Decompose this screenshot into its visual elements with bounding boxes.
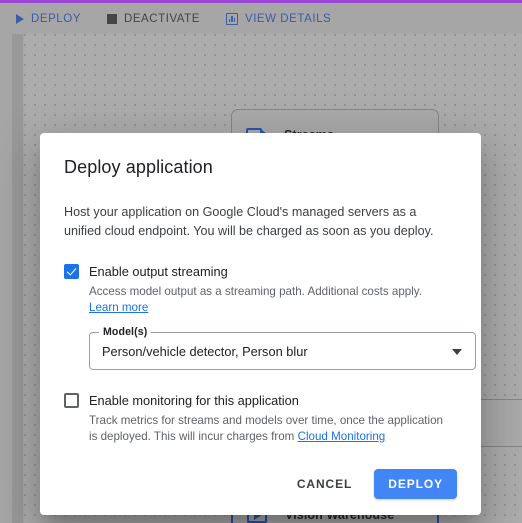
models-select-label: Model(s) <box>99 326 152 338</box>
app-root: DEPLOY DEACTIVATE VIEW DETAILS Vision Wa… <box>0 0 522 523</box>
cloud-monitoring-link[interactable]: Cloud Monitoring <box>298 430 386 443</box>
deploy-button[interactable]: DEPLOY <box>374 469 457 499</box>
deploy-application-dialog: Deploy application Host your application… <box>40 133 481 515</box>
dialog-description: Host your application on Google Cloud's … <box>64 205 434 238</box>
enable-monitoring-text: Enable monitoring for this application T… <box>89 392 457 445</box>
dialog-title: Deploy application <box>64 157 213 177</box>
models-select[interactable]: Model(s) Person/vehicle detector, Person… <box>89 326 476 370</box>
learn-more-link[interactable]: Learn more <box>89 301 148 314</box>
dialog-actions: CANCEL DEPLOY <box>64 445 457 515</box>
models-select-value: Person/vehicle detector, Person blur <box>102 343 308 359</box>
enable-monitoring-checkbox[interactable] <box>64 393 79 408</box>
cancel-button[interactable]: CANCEL <box>283 469 366 499</box>
enable-monitoring-description: Track metrics for streams and models ove… <box>89 413 451 445</box>
enable-output-streaming-label: Enable output streaming <box>89 264 228 279</box>
chevron-down-icon[interactable] <box>452 348 462 355</box>
enable-output-streaming-checkbox[interactable] <box>64 264 79 279</box>
streaming-description-text: Access model output as a streaming path.… <box>89 285 422 298</box>
enable-monitoring-row[interactable]: Enable monitoring for this application T… <box>64 392 457 445</box>
enable-output-streaming-row[interactable]: Enable output streaming Access model out… <box>64 263 457 316</box>
enable-output-streaming-description: Access model output as a streaming path.… <box>89 284 451 316</box>
enable-monitoring-label: Enable monitoring for this application <box>89 393 299 408</box>
monitoring-description-text: Track metrics for streams and models ove… <box>89 414 443 443</box>
enable-output-streaming-text: Enable output streaming Access model out… <box>89 263 457 316</box>
